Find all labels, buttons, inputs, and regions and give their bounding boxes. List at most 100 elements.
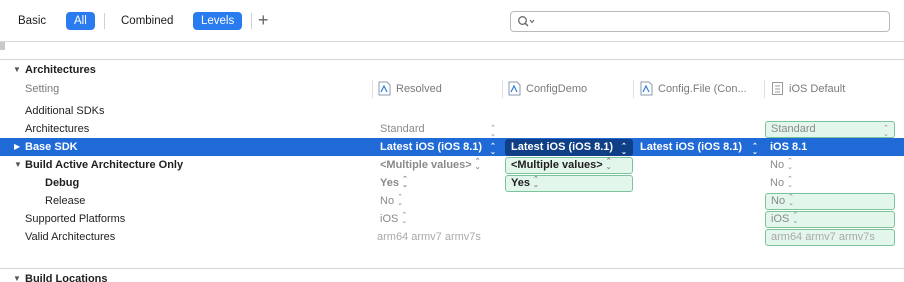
filter-all-button[interactable]: All — [66, 12, 95, 30]
default-value[interactable]: No ⌃ ⌄ — [765, 193, 895, 210]
popup-arrows-icon[interactable]: ⌃ ⌄ — [788, 194, 796, 207]
resolved-value[interactable]: Yes ⌃ ⌄ — [380, 174, 410, 192]
value-text: Standard — [380, 123, 425, 135]
value-text: iOS 8.1 — [770, 141, 808, 153]
section-title: Architectures — [25, 64, 96, 76]
setting-row-supported-platforms[interactable]: Supported Platforms iOS ⌃ ⌄ iOS ⌃ ⌄ — [0, 210, 904, 228]
target-value[interactable]: <Multiple values> ⌃ ⌄ — [505, 157, 633, 174]
popup-arrows-icon[interactable]: ⌃ ⌄ — [621, 143, 629, 156]
disclosure-open-icon[interactable]: ▼ — [13, 60, 21, 80]
target-file-icon — [508, 81, 521, 96]
setting-row-additional-sdks[interactable]: Additional SDKs — [0, 102, 904, 120]
popup-arrows-icon[interactable]: ⌃ ⌄ — [606, 158, 614, 171]
resolved-value[interactable]: Standard ⌃ ⌄ — [380, 120, 502, 138]
disclosure-open-icon[interactable]: ▼ — [13, 269, 21, 282]
setting-name: Valid Architectures — [25, 231, 116, 243]
config-file-icon — [640, 81, 653, 96]
settings-toolbar: Basic All Combined Levels + — [0, 0, 904, 42]
column-divider — [372, 80, 373, 98]
value-text: No — [770, 159, 785, 171]
column-label: iOS Default — [789, 83, 846, 95]
default-value[interactable]: iOS ⌃ ⌄ — [765, 211, 895, 228]
resolved-value[interactable]: arm64 armv7 armv7s — [377, 228, 481, 246]
popup-arrows-icon[interactable]: ⌃ ⌄ — [533, 176, 541, 189]
column-label: Config.File (Con... — [658, 83, 747, 95]
value-text: iOS — [380, 213, 399, 225]
setting-name: Base SDK — [25, 141, 78, 153]
popup-arrows-icon[interactable]: ⌃ ⌄ — [401, 212, 409, 225]
value-text: iOS — [771, 213, 790, 225]
value-text: Yes — [380, 177, 399, 189]
column-header-setting: Setting — [25, 83, 60, 95]
column-header-resolved: Resolved — [378, 80, 442, 98]
view-levels-button[interactable]: Levels — [193, 12, 243, 30]
setting-name: Build Active Architecture Only — [25, 159, 184, 171]
resolved-value[interactable]: Latest iOS (iOS 8.1) ⌃ ⌄ — [380, 138, 502, 156]
value-text: <Multiple values> — [511, 159, 603, 171]
setting-row-valid-architectures[interactable]: Valid Architectures arm64 armv7 armv7s a… — [0, 228, 904, 246]
setting-name: Supported Platforms — [25, 213, 126, 225]
default-value[interactable]: No ⌃ ⌄ — [770, 156, 795, 174]
column-divider — [502, 80, 503, 98]
value-text: Latest iOS (iOS 8.1) — [380, 141, 483, 153]
setting-row-build-active-arch[interactable]: ▼ Build Active Architecture Only <Multip… — [0, 156, 904, 174]
search-icon[interactable] — [517, 15, 537, 29]
search-field[interactable] — [510, 11, 890, 32]
column-divider — [633, 80, 634, 98]
popup-arrows-icon[interactable]: ⌃ ⌄ — [787, 158, 795, 171]
architectures-section-header[interactable]: ▼ Architectures — [0, 59, 904, 79]
popup-arrows-icon[interactable]: ⌃ ⌄ — [787, 176, 795, 189]
value-text: No — [770, 177, 785, 189]
popup-arrows-icon[interactable]: ⌃ ⌄ — [402, 176, 410, 189]
section-title: Build Locations — [25, 273, 108, 282]
resolved-value[interactable]: No ⌃ ⌄ — [380, 192, 405, 210]
default-value[interactable]: Standard ⌃ ⌄ — [765, 121, 895, 138]
column-label: Resolved — [396, 83, 442, 95]
disclosure-open-icon[interactable]: ▼ — [14, 156, 22, 174]
column-divider — [764, 80, 765, 98]
value-text: No — [380, 195, 395, 207]
resolved-file-icon — [378, 81, 391, 96]
column-header-ios-default: iOS Default — [771, 80, 845, 98]
add-setting-button[interactable]: + — [258, 10, 269, 30]
default-value[interactable]: No ⌃ ⌄ — [770, 174, 795, 192]
popup-arrows-icon[interactable]: ⌃ ⌄ — [490, 143, 498, 156]
target-value[interactable]: Yes ⌃ ⌄ — [505, 175, 633, 192]
popup-arrows-icon[interactable]: ⌃ ⌄ — [792, 212, 800, 225]
column-header-configdemo: ConfigDemo — [508, 80, 587, 98]
disclosure-closed-icon[interactable]: ▶ — [14, 138, 20, 156]
setting-row-release[interactable]: Release No ⌃ ⌄ No ⌃ ⌄ — [0, 192, 904, 210]
config-file-value[interactable]: Latest iOS (iOS 8.1) ⌃ ⌄ — [640, 138, 764, 156]
setting-name: Debug — [45, 177, 80, 189]
value-text: Latest iOS (iOS 8.1) — [640, 141, 743, 153]
toolbar-divider — [104, 13, 105, 29]
setting-name: Additional SDKs — [25, 105, 105, 117]
filter-basic-button[interactable]: Basic — [12, 12, 52, 30]
build-locations-section-header[interactable]: ▼ Build Locations — [0, 268, 904, 282]
popup-arrows-icon[interactable]: ⌃ ⌄ — [490, 125, 498, 138]
default-value[interactable]: iOS 8.1 — [770, 138, 890, 156]
resolved-value[interactable]: <Multiple values> ⌃ ⌄ — [380, 156, 483, 174]
target-value[interactable]: Latest iOS (iOS 8.1) ⌃ ⌄ — [505, 139, 633, 156]
popup-arrows-icon[interactable]: ⌃ ⌄ — [397, 194, 405, 207]
value-text: <Multiple values> — [380, 159, 472, 171]
value-text: Yes — [511, 177, 530, 189]
toolbar-divider — [251, 13, 252, 29]
scroll-gutter — [0, 42, 5, 50]
popup-arrows-icon[interactable]: ⌃ ⌄ — [883, 125, 891, 138]
setting-name: Architectures — [25, 123, 90, 135]
default-value[interactable]: arm64 armv7 armv7s — [765, 229, 895, 246]
column-header-config-file: Config.File (Con... — [640, 80, 747, 98]
setting-row-architectures[interactable]: Architectures Standard ⌃ ⌄ Standard ⌃ ⌄ — [0, 120, 904, 138]
value-text: No — [771, 195, 786, 207]
view-combined-button[interactable]: Combined — [115, 12, 179, 30]
popup-arrows-icon[interactable]: ⌃ ⌄ — [475, 158, 483, 171]
setting-row-base-sdk[interactable]: ▶ Base SDK Latest iOS (iOS 8.1) ⌃ ⌄ Lates… — [0, 138, 904, 156]
value-text: Standard — [771, 123, 816, 135]
setting-row-debug[interactable]: Debug Yes ⌃ ⌄ Yes ⌃ ⌄ No ⌃ ⌄ — [0, 174, 904, 192]
resolved-value[interactable]: iOS ⌃ ⌄ — [380, 210, 409, 228]
column-label: ConfigDemo — [526, 83, 588, 95]
default-settings-icon — [771, 81, 784, 96]
setting-name: Release — [45, 195, 86, 207]
popup-arrows-icon[interactable]: ⌃ ⌄ — [752, 143, 760, 156]
